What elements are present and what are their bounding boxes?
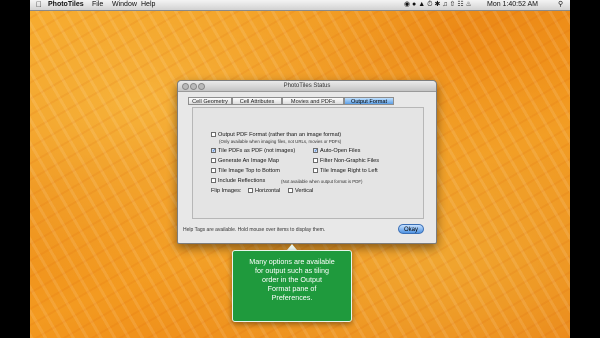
tab-movies-and-pdfs[interactable]: Movies and PDFs bbox=[282, 97, 344, 105]
tab-bar: Cell Geometry Cell Attributes Movies and… bbox=[188, 97, 424, 105]
tab-cell-geometry[interactable]: Cell Geometry bbox=[188, 97, 232, 105]
menubar-clock[interactable]: Mon 1:40:52 AM bbox=[487, 0, 538, 10]
tab-output-format[interactable]: Output Format bbox=[344, 97, 394, 105]
apple-icon[interactable]:  bbox=[36, 0, 42, 10]
callout-line: order in the Output bbox=[262, 275, 322, 284]
flip-images-label: Flip Images: bbox=[211, 188, 242, 194]
tile-pdfs-checkbox[interactable]: ✓ bbox=[211, 147, 216, 153]
status-window: PhotoTiles Status Cell Geometry Cell Att… bbox=[177, 80, 437, 244]
tab-cell-attributes[interactable]: Cell Attributes bbox=[232, 97, 282, 105]
top-to-bottom-checkbox[interactable] bbox=[211, 167, 216, 173]
reflections-note: (Not available when output format is PDF… bbox=[281, 178, 363, 184]
output-pdf-label: Output PDF Format (rather than an image … bbox=[218, 132, 342, 138]
right-to-left-option[interactable]: Tile Image Right to Left bbox=[313, 167, 378, 175]
reflections-checkbox[interactable] bbox=[211, 177, 216, 183]
callout-line: Many options are available bbox=[249, 257, 335, 266]
top-to-bottom-option[interactable]: Tile Image Top to Bottom bbox=[211, 167, 280, 175]
flip-horizontal-option[interactable]: Horizontal bbox=[248, 187, 281, 195]
callout-text: Many options are available for output su… bbox=[233, 257, 351, 302]
menu-bar:  PhotoTiles File Window Help ◉ ● ▲ ⏱ ✱ … bbox=[30, 0, 570, 11]
menu-help[interactable]: Help bbox=[141, 0, 155, 10]
help-tags-text: Help Tags are available. Hold mouse over… bbox=[183, 227, 326, 233]
callout-line: Preferences. bbox=[271, 293, 313, 302]
right-to-left-checkbox[interactable] bbox=[313, 167, 318, 173]
tile-pdfs-option[interactable]: ✓ Tile PDFs as PDF (not images) bbox=[211, 147, 296, 155]
output-pdf-option[interactable]: Output PDF Format (rather than an image … bbox=[211, 131, 342, 139]
image-map-option[interactable]: Generate An Image Map bbox=[211, 157, 279, 165]
output-pdf-note: (Only available when imaging files, not … bbox=[219, 139, 342, 144]
reflections-option[interactable]: Include Reflections bbox=[211, 177, 266, 185]
window-titlebar[interactable]: PhotoTiles Status bbox=[178, 81, 436, 92]
flip-vertical-checkbox[interactable] bbox=[288, 187, 293, 193]
okay-button[interactable]: Okay bbox=[398, 224, 424, 234]
top-to-bottom-label: Tile Image Top to Bottom bbox=[218, 168, 280, 174]
menu-window[interactable]: Window bbox=[112, 0, 137, 10]
desktop:  PhotoTiles File Window Help ◉ ● ▲ ⏱ ✱ … bbox=[30, 0, 570, 338]
auto-open-checkbox[interactable]: ✓ bbox=[313, 147, 318, 153]
tile-pdfs-label: Tile PDFs as PDF (not images) bbox=[218, 148, 296, 154]
output-format-pane: Output PDF Format (rather than an image … bbox=[192, 107, 424, 219]
filter-non-graphic-label: Filter Non-Graphic Files bbox=[320, 158, 380, 164]
flip-horizontal-checkbox[interactable] bbox=[248, 187, 253, 193]
filter-non-graphic-checkbox[interactable] bbox=[313, 157, 318, 163]
auto-open-option[interactable]: ✓ Auto-Open Files bbox=[313, 147, 361, 155]
tutorial-callout: Many options are available for output su… bbox=[232, 250, 352, 322]
image-map-checkbox[interactable] bbox=[211, 157, 216, 163]
status-icons[interactable]: ◉ ● ▲ ⏱ ✱ ♫ ⇧ ☷ ♨ bbox=[404, 0, 472, 10]
flip-vertical-label: Vertical bbox=[295, 188, 314, 194]
window-title: PhotoTiles Status bbox=[283, 83, 331, 89]
output-pdf-checkbox[interactable] bbox=[211, 131, 216, 137]
reflections-label: Include Reflections bbox=[218, 178, 266, 184]
callout-line: Format pane of bbox=[267, 284, 317, 293]
menu-file[interactable]: File bbox=[92, 0, 103, 10]
flip-vertical-option[interactable]: Vertical bbox=[288, 187, 314, 195]
menu-app-name[interactable]: PhotoTiles bbox=[48, 0, 84, 10]
spotlight-icon[interactable]: ⚲ bbox=[558, 0, 563, 10]
right-to-left-label: Tile Image Right to Left bbox=[320, 168, 378, 174]
filter-non-graphic-option[interactable]: Filter Non-Graphic Files bbox=[313, 157, 380, 165]
flip-horizontal-label: Horizontal bbox=[255, 188, 281, 194]
auto-open-label: Auto-Open Files bbox=[320, 148, 361, 154]
image-map-label: Generate An Image Map bbox=[218, 158, 279, 164]
callout-line: for output such as tiling bbox=[255, 266, 329, 275]
